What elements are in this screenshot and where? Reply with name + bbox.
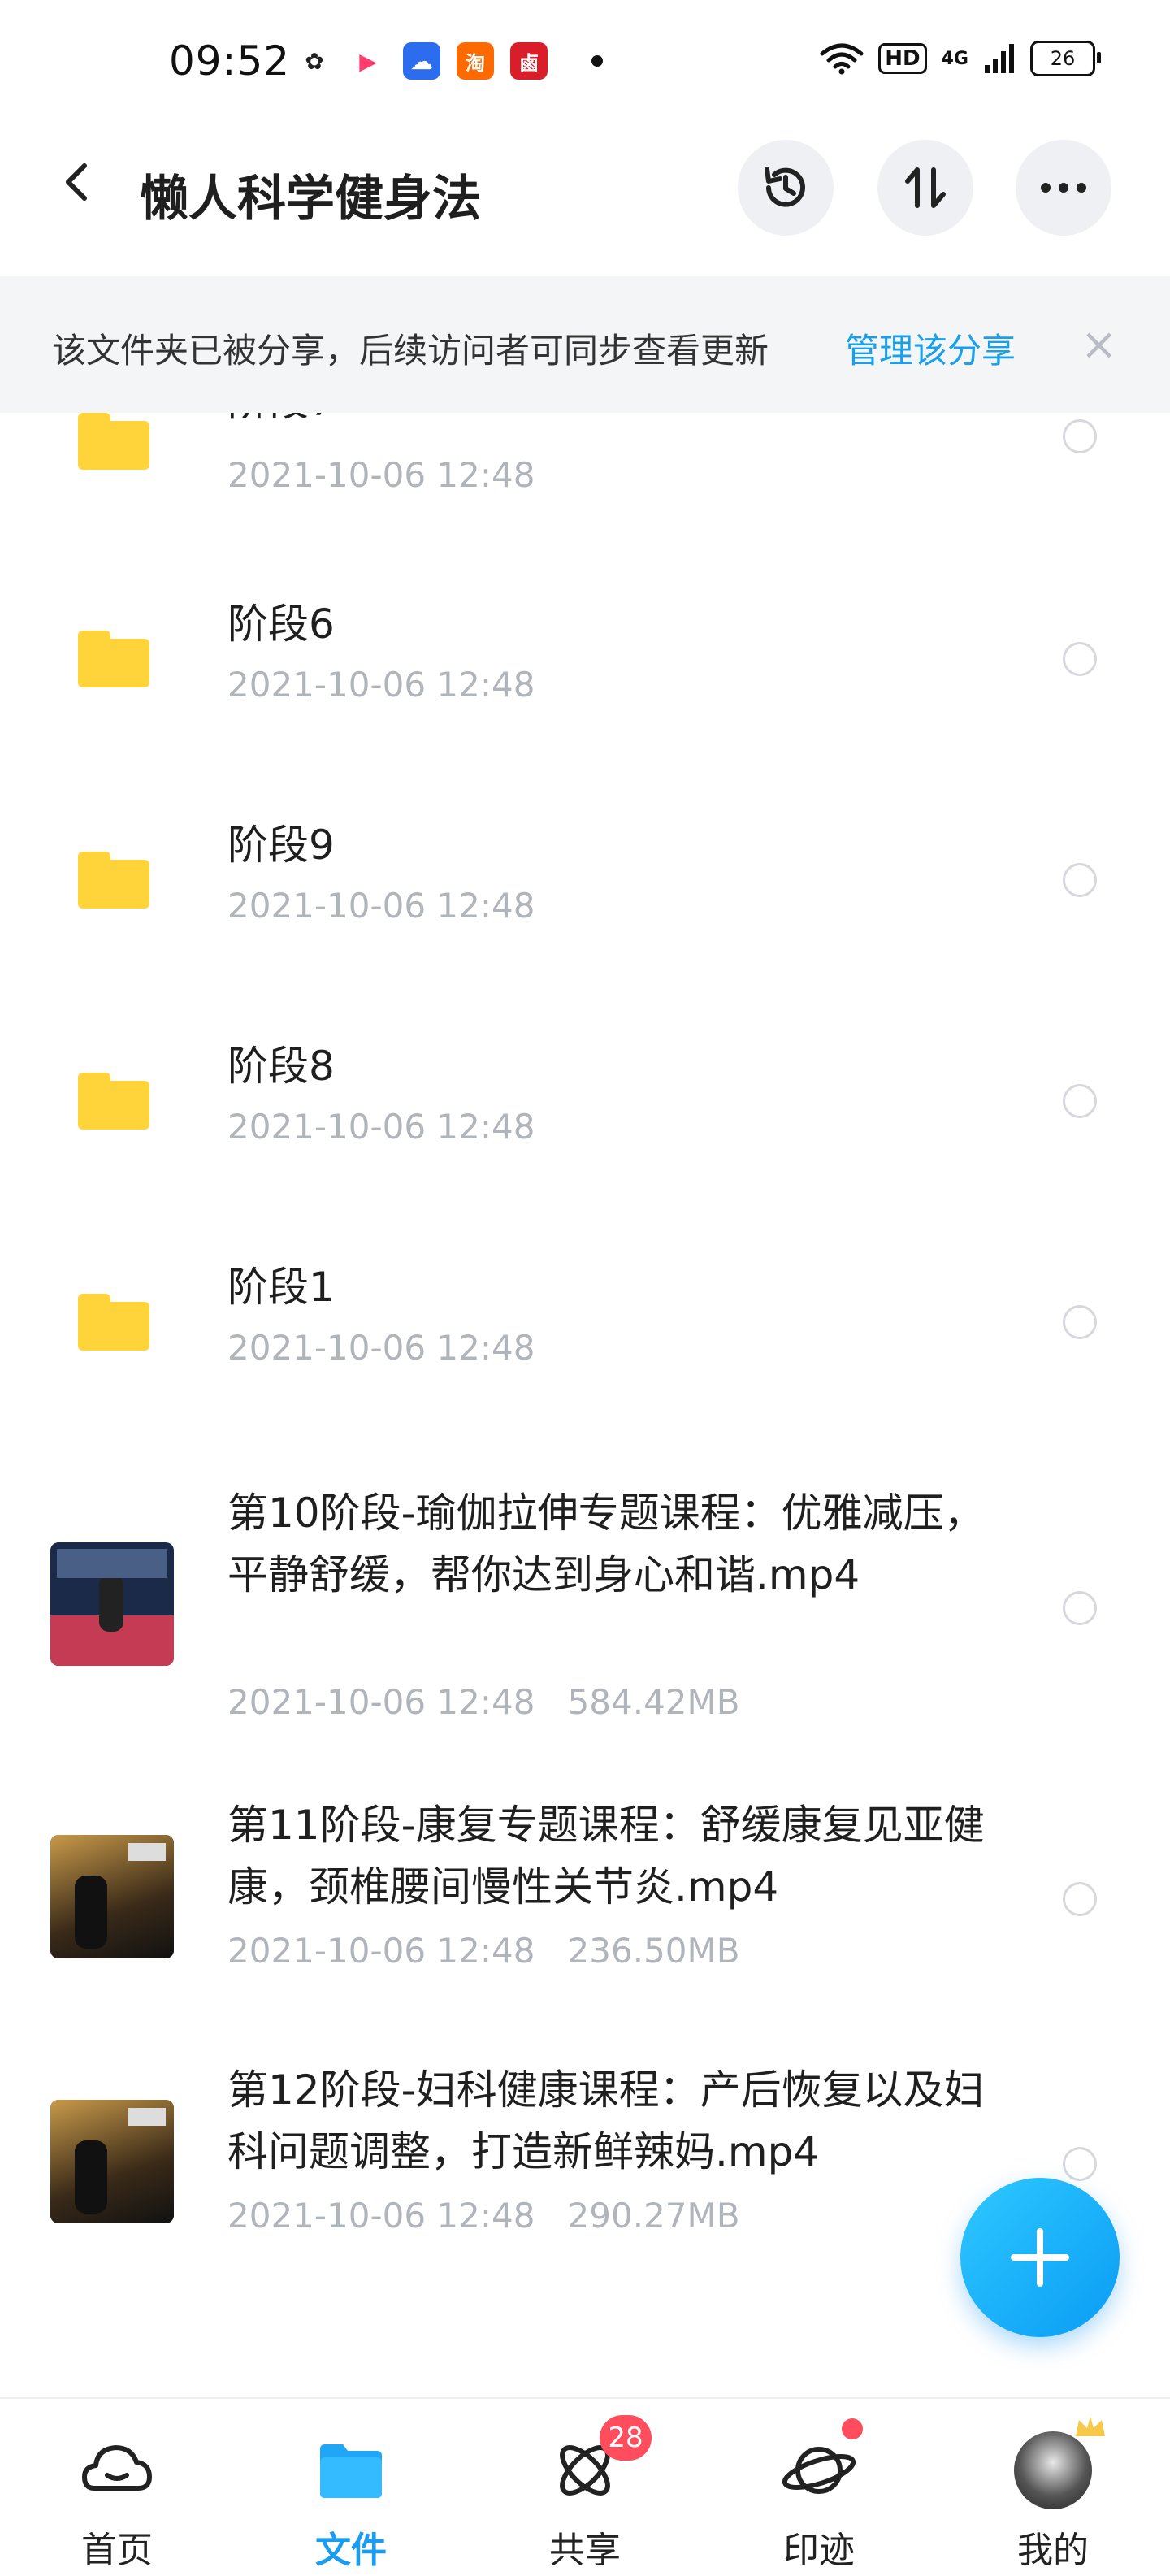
tab-label: 首页 bbox=[81, 2530, 153, 2571]
folder-icon bbox=[78, 852, 150, 909]
page-title: 懒人科学健身法 bbox=[140, 171, 481, 228]
file-name: 阶段1 bbox=[228, 1264, 335, 1311]
news-icon: 鹵 bbox=[510, 42, 548, 80]
tab-label: 印迹 bbox=[783, 2530, 855, 2571]
share-banner-text: 该文件夹已被分享，后续访问者可同步查看更新 bbox=[52, 331, 769, 371]
share-badge: 28 bbox=[600, 2415, 652, 2461]
status-indicators: HD 4G 26 bbox=[820, 41, 1101, 76]
taobao-icon: 淘 bbox=[457, 42, 494, 80]
tab-home[interactable]: 首页 bbox=[28, 2399, 206, 2576]
video-thumbnail bbox=[50, 2100, 174, 2223]
more-notifications-dot bbox=[592, 55, 603, 67]
file-name: 第11阶段-康复专题课程：舒缓康复见亚健康，颈椎腰间慢性关节炎.mp4 bbox=[228, 1802, 985, 1910]
list-item[interactable]: 阶段7 2021-10-06 12:48 bbox=[0, 413, 1170, 495]
select-checkbox[interactable] bbox=[1063, 1305, 1097, 1339]
file-size: 584.42MB bbox=[567, 1682, 740, 1722]
signal-icon bbox=[985, 44, 1014, 73]
list-item[interactable]: 阶段1 2021-10-06 12:48 bbox=[0, 1255, 1170, 1476]
select-checkbox[interactable] bbox=[1063, 863, 1097, 897]
back-icon[interactable] bbox=[54, 158, 102, 206]
manage-share-link[interactable]: 管理该分享 bbox=[845, 323, 1016, 373]
select-checkbox[interactable] bbox=[1063, 1591, 1097, 1625]
list-item[interactable]: 阶段6 2021-10-06 12:48 bbox=[0, 592, 1170, 813]
home-cloud-icon bbox=[82, 2445, 152, 2491]
file-date: 2021-10-06 12:48 bbox=[228, 1107, 535, 1147]
file-name: 第10阶段-瑜伽拉伸专题课程：优雅减压，平静舒缓，帮你达到身心和谐.mp4 bbox=[228, 1490, 985, 1598]
uc-browser-icon: ✿ bbox=[296, 42, 333, 80]
youku-icon: ▶ bbox=[349, 42, 387, 80]
history-icon bbox=[765, 167, 805, 207]
share-banner: 该文件夹已被分享，后续访问者可同步查看更新 管理该分享 × bbox=[0, 276, 1170, 413]
file-name: 阶段7 bbox=[228, 413, 991, 432]
folder-icon bbox=[78, 413, 150, 470]
battery-level: 26 bbox=[1050, 47, 1076, 70]
file-date: 2021-10-06 12:48 bbox=[228, 1328, 535, 1368]
tab-share[interactable]: 28 共享 bbox=[496, 2399, 674, 2576]
avatar bbox=[1014, 2431, 1092, 2509]
more-icon bbox=[1041, 183, 1086, 193]
tab-label: 共享 bbox=[549, 2530, 621, 2571]
title-bar: 懒人科学健身法 bbox=[0, 130, 1170, 276]
folder-icon bbox=[320, 2444, 382, 2498]
file-name: 阶段8 bbox=[228, 1043, 335, 1090]
wifi-icon bbox=[820, 43, 864, 75]
select-checkbox[interactable] bbox=[1063, 1084, 1097, 1118]
history-button[interactable] bbox=[738, 140, 834, 236]
file-date: 2021-10-06 12:48 bbox=[228, 1682, 535, 1722]
file-size: 290.27MB bbox=[567, 2196, 740, 2236]
tab-label: 文件 bbox=[315, 2530, 387, 2571]
file-size: 236.50MB bbox=[567, 1931, 740, 1971]
video-thumbnail bbox=[50, 1542, 174, 1666]
notification-dot bbox=[842, 2418, 863, 2439]
list-item[interactable]: 阶段9 2021-10-06 12:48 bbox=[0, 813, 1170, 1034]
video-thumbnail bbox=[50, 1835, 174, 1958]
file-name: 阶段6 bbox=[228, 601, 335, 648]
plus-icon bbox=[1011, 2228, 1069, 2287]
planet-icon bbox=[782, 2447, 856, 2494]
select-checkbox[interactable] bbox=[1063, 642, 1097, 676]
file-list[interactable]: 阶段7 2021-10-06 12:48 阶段6 2021-10-06 12:4… bbox=[0, 413, 1170, 2397]
file-name: 阶段9 bbox=[228, 822, 335, 869]
select-checkbox[interactable] bbox=[1063, 2147, 1097, 2181]
tab-label: 我的 bbox=[1017, 2530, 1089, 2571]
file-date: 2021-10-06 12:48 bbox=[228, 1931, 535, 1971]
file-date: 2021-10-06 12:48 bbox=[228, 886, 535, 926]
folder-icon bbox=[78, 631, 150, 687]
tab-traces[interactable]: 印迹 bbox=[730, 2399, 908, 2576]
sort-button[interactable] bbox=[878, 140, 973, 236]
list-item[interactable]: 阶段8 2021-10-06 12:48 bbox=[0, 1034, 1170, 1255]
select-checkbox[interactable] bbox=[1063, 419, 1097, 453]
select-checkbox[interactable] bbox=[1063, 1882, 1097, 1916]
bottom-tab-bar: 首页 文件 28 共享 印迹 我的 bbox=[0, 2397, 1170, 2576]
hd-icon: HD bbox=[878, 43, 927, 74]
tab-files[interactable]: 文件 bbox=[262, 2399, 440, 2576]
close-icon[interactable]: × bbox=[1081, 319, 1117, 370]
file-date: 2021-10-06 12:48 bbox=[228, 665, 535, 705]
network-type: 4G bbox=[941, 48, 968, 69]
tab-mine[interactable]: 我的 bbox=[964, 2399, 1142, 2576]
status-bar: 09:52 ✿ ▶ ☁ 淘 鹵 HD 4G 26 bbox=[0, 0, 1170, 130]
crown-icon bbox=[1076, 2417, 1105, 2436]
more-button[interactable] bbox=[1016, 140, 1112, 236]
file-meta: 2021-10-06 12:48 584.42MB bbox=[228, 1682, 740, 1722]
list-item[interactable]: 第11阶段-康复专题课程：舒缓康复见亚健康，颈椎腰间慢性关节炎.mp4 2021… bbox=[0, 1794, 1170, 2038]
file-meta: 2021-10-06 12:48 290.27MB bbox=[228, 2196, 740, 2236]
add-button[interactable] bbox=[960, 2178, 1120, 2337]
file-name: 第12阶段-妇科健康课程：产后恢复以及妇科问题调整，打造新鲜辣妈.mp4 bbox=[228, 2066, 985, 2175]
folder-icon bbox=[78, 1073, 150, 1130]
file-date: 2021-10-06 12:48 bbox=[228, 455, 535, 495]
file-meta: 2021-10-06 12:48 236.50MB bbox=[228, 1931, 740, 1971]
sort-icon bbox=[905, 167, 946, 208]
folder-icon bbox=[78, 1294, 150, 1351]
status-app-icons: ✿ ▶ ☁ 淘 鹵 bbox=[296, 42, 603, 80]
file-date: 2021-10-06 12:48 bbox=[228, 2196, 535, 2236]
battery-icon: 26 bbox=[1030, 41, 1101, 76]
list-item[interactable]: 第10阶段-瑜伽拉伸专题课程：优雅减压，平静舒缓，帮你达到身心和谐.mp4 20… bbox=[0, 1476, 1170, 1768]
status-time: 09:52 bbox=[169, 37, 291, 85]
baidu-netdisk-icon: ☁ bbox=[403, 42, 440, 80]
